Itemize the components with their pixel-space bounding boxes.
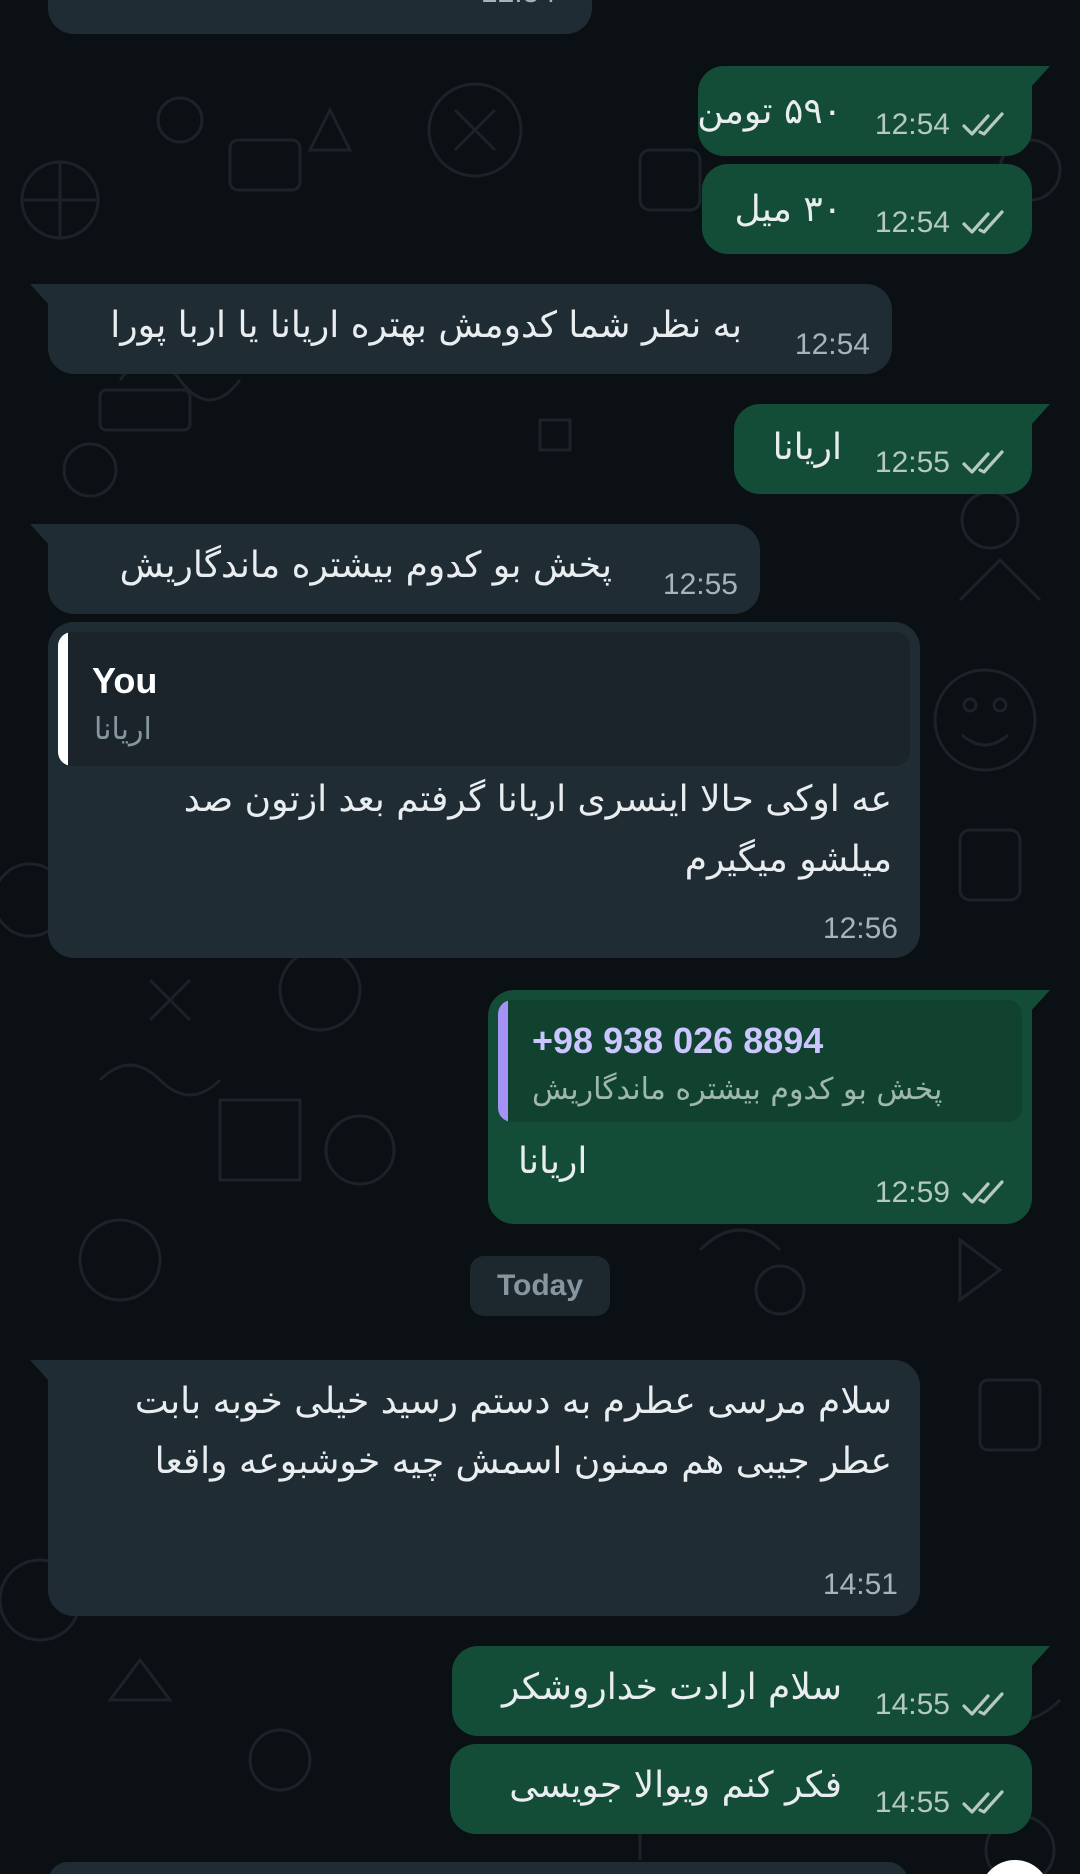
message-time: 12:54 xyxy=(794,328,870,361)
message-bubble-outgoing[interactable]: ۵۹۰ تومن 12:54 xyxy=(697,66,1050,156)
message-time: 12:59 xyxy=(874,1176,950,1209)
message-time: 12:55 xyxy=(874,446,950,479)
double-check-icon xyxy=(962,1180,1006,1206)
message-text: پخش بو کدوم بیشتره ماندگاریش xyxy=(119,545,612,586)
message-text: به نظر شما کدومش بهتره اریانا یا اربا پو… xyxy=(110,305,742,346)
message-bubble-outgoing[interactable]: اریانا 12:55 xyxy=(734,404,1050,494)
quote-bar xyxy=(58,632,68,766)
message-text: اریانا xyxy=(772,427,842,468)
message-time: 14:51 xyxy=(822,1568,898,1601)
message-text: ۳۰ میل xyxy=(734,189,842,230)
message-time: 14:55 xyxy=(874,1786,950,1819)
message-bubble-incoming[interactable]: پخش بو کدوم بیشتره ماندگاریش 12:55 xyxy=(30,524,760,614)
double-check-icon xyxy=(962,210,1006,236)
double-check-icon xyxy=(962,1790,1006,1816)
message-time: 14:55 xyxy=(874,1688,950,1721)
message-bubble-incoming[interactable]: 12:54 xyxy=(48,0,592,34)
quote-text: پخش بو کدوم بیشتره ماندگاریش xyxy=(532,1072,943,1107)
message-text: سلام مرسی عطرم به دستم رسید خیلی خوبه با… xyxy=(134,1381,892,1482)
quote-author: You xyxy=(92,660,158,701)
quoted-message[interactable]: You اریانا xyxy=(58,632,910,766)
message-text: سلام ارادت خداروشکر xyxy=(502,1667,842,1708)
double-check-icon xyxy=(962,1692,1006,1718)
double-check-icon xyxy=(962,112,1006,138)
message-text: ۵۹۰ تومن xyxy=(697,91,842,132)
message-bubble-incoming-reply[interactable]: You اریانا عه اوکی حالا اینسری اریانا گر… xyxy=(48,622,920,958)
message-time: 12:54 xyxy=(874,108,950,141)
message-time: 12:56 xyxy=(822,912,898,945)
quote-bar xyxy=(498,1000,508,1122)
message-bubble-outgoing-reply[interactable]: +98 938 026 8894 پخش بو کدوم بیشتره ماند… xyxy=(488,990,1050,1224)
message-text: فکر کنم ویوالا جویسی xyxy=(509,1765,842,1806)
quote-author: +98 938 026 8894 xyxy=(532,1020,824,1061)
message-text: عه اوکی حالا اینسری اریانا گرفتم بعد ازت… xyxy=(183,779,892,880)
quoted-message[interactable]: +98 938 026 8894 پخش بو کدوم بیشتره ماند… xyxy=(498,1000,1022,1122)
message-bubble-outgoing[interactable]: سلام ارادت خداروشکر 14:55 xyxy=(452,1646,1050,1736)
message-bubble-outgoing[interactable]: ۳۰ میل 12:54 xyxy=(702,164,1032,254)
message-time: 12:54 xyxy=(481,0,556,10)
message-bubble-incoming[interactable]: به نظر شما کدومش بهتره اریانا یا اربا پو… xyxy=(30,284,892,374)
scroll-to-bottom-button[interactable] xyxy=(980,1860,1050,1874)
chat-area[interactable]: 12:54 ۵۹۰ تومن 12:54 ۳۰ میل 12:54 به نظر… xyxy=(0,0,1080,1874)
date-divider: Today xyxy=(470,1256,610,1316)
double-check-icon xyxy=(962,450,1006,476)
message-time: 12:54 xyxy=(874,206,950,239)
message-bubble-incoming[interactable]: سلام مرسی عطرم به دستم رسید خیلی خوبه با… xyxy=(30,1360,920,1616)
message-text: اریانا xyxy=(518,1141,588,1182)
quote-text: اریانا xyxy=(94,712,152,747)
message-time: 12:55 xyxy=(662,568,738,601)
message-bubble-outgoing[interactable]: فکر کنم ویوالا جویسی 14:55 xyxy=(450,1744,1032,1834)
message-input-edge[interactable] xyxy=(48,1862,908,1874)
